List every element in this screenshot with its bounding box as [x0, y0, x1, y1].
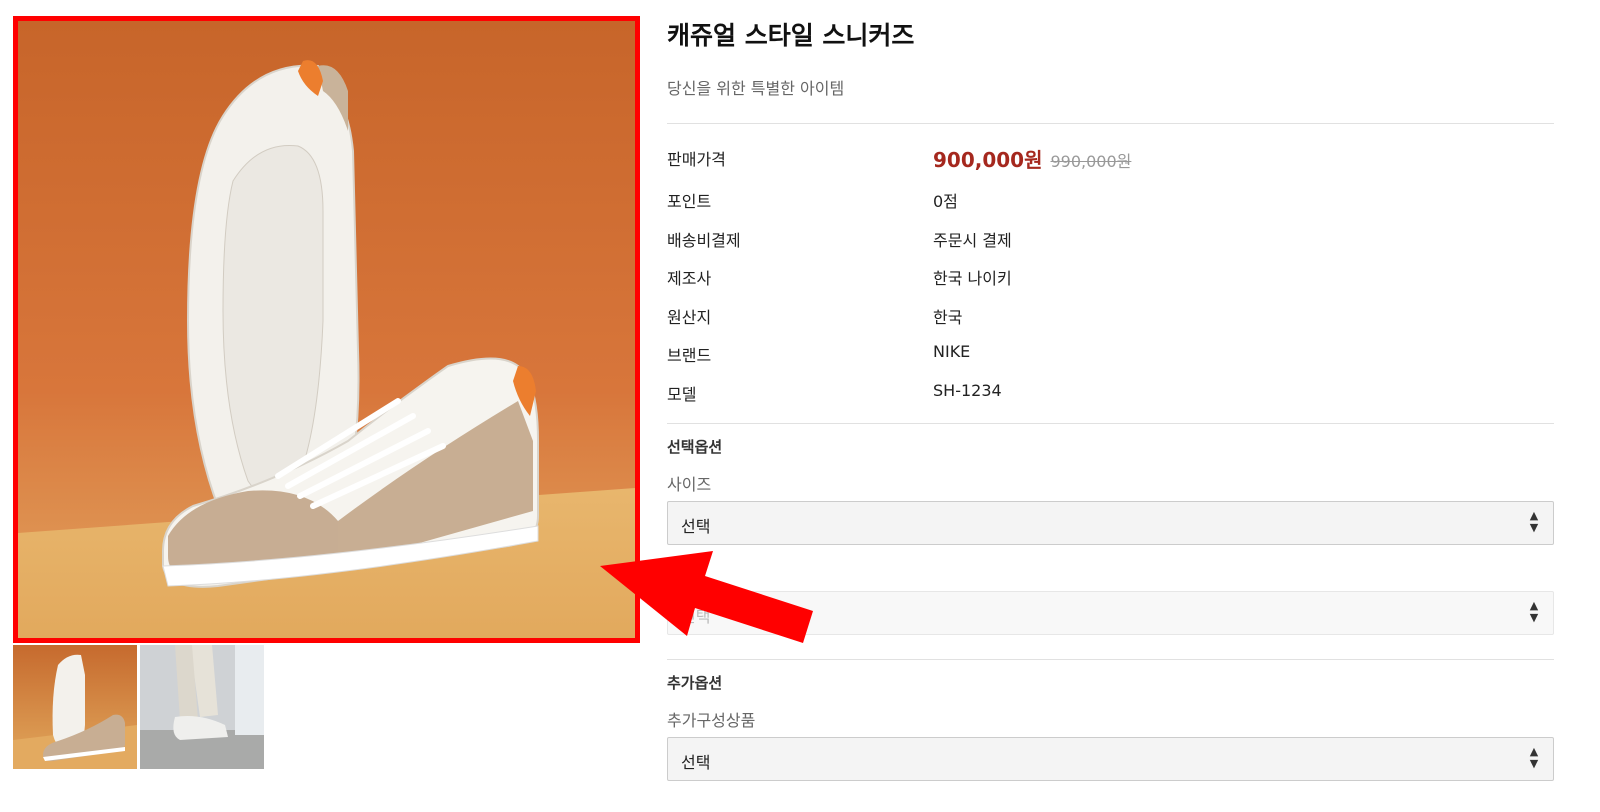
- detail-row-shipping: 배송비결제 주문시 결제: [667, 227, 1554, 250]
- price-label: 판매가격: [667, 150, 726, 169]
- thumbnail-sneaker-orange[interactable]: [13, 645, 137, 769]
- detail-row-point: 포인트 0점: [667, 188, 1554, 211]
- extra-select-value: 선택: [681, 753, 711, 772]
- size-label: 사이즈: [667, 475, 712, 494]
- detail-value: 한국: [933, 308, 963, 327]
- red-arrow-annotation: [600, 551, 813, 643]
- detail-label: 모델: [667, 385, 697, 404]
- sale-price: 900,000원: [933, 148, 1043, 172]
- detail-value: 주문시 결제: [933, 231, 1012, 250]
- detail-value: NIKE: [933, 342, 971, 361]
- detail-label: 원산지: [667, 308, 712, 327]
- thumbnail-list: [13, 645, 264, 769]
- divider: [667, 423, 1554, 424]
- detail-label: 제조사: [667, 269, 712, 288]
- detail-row-origin: 원산지 한국: [667, 304, 1554, 327]
- size-select[interactable]: 선택 ▲ ▼: [667, 501, 1554, 545]
- detail-row-brand: 브랜드 NIKE: [667, 342, 1554, 365]
- size-select-value: 선택: [681, 517, 711, 536]
- options-section-title: 선택옵션: [667, 438, 723, 456]
- product-subtitle: 당신을 위한 특별한 아이템: [667, 79, 845, 98]
- extra-product-select[interactable]: 선택 ▲ ▼: [667, 737, 1554, 781]
- thumbnail-sneaker-worn[interactable]: [140, 645, 264, 769]
- detail-row-manufacturer: 제조사 한국 나이키: [667, 265, 1554, 288]
- detail-label: 배송비결제: [667, 231, 741, 250]
- detail-row-model: 모델 SH-1234: [667, 381, 1554, 404]
- product-title: 캐쥬얼 스타일 스니커즈: [667, 21, 915, 50]
- price-values: 900,000원 990,000원: [933, 144, 1131, 173]
- thumbnail-shoe-illustration: [13, 654, 137, 769]
- detail-value: SH-1234: [933, 381, 1002, 400]
- price-row: 판매가격 900,000원 990,000원: [667, 146, 1554, 172]
- product-main-image[interactable]: [13, 16, 640, 643]
- select-arrows-icon: ▲ ▼: [1529, 509, 1539, 534]
- select-arrows-icon: ▲ ▼: [1529, 745, 1539, 770]
- detail-value: 한국 나이키: [933, 269, 1012, 288]
- detail-value: 0점: [933, 192, 958, 211]
- extra-section-title: 추가옵션: [667, 674, 723, 692]
- detail-label: 브랜드: [667, 346, 712, 365]
- divider: [667, 123, 1554, 124]
- divider: [667, 659, 1554, 660]
- sneaker-illustration: [162, 60, 539, 588]
- thumbnail-legs-illustration: [140, 645, 264, 769]
- detail-label: 포인트: [667, 192, 712, 211]
- original-price: 990,000원: [1050, 152, 1132, 171]
- extra-product-label: 추가구성상품: [667, 711, 756, 730]
- select-arrows-icon: ▲ ▼: [1529, 599, 1539, 624]
